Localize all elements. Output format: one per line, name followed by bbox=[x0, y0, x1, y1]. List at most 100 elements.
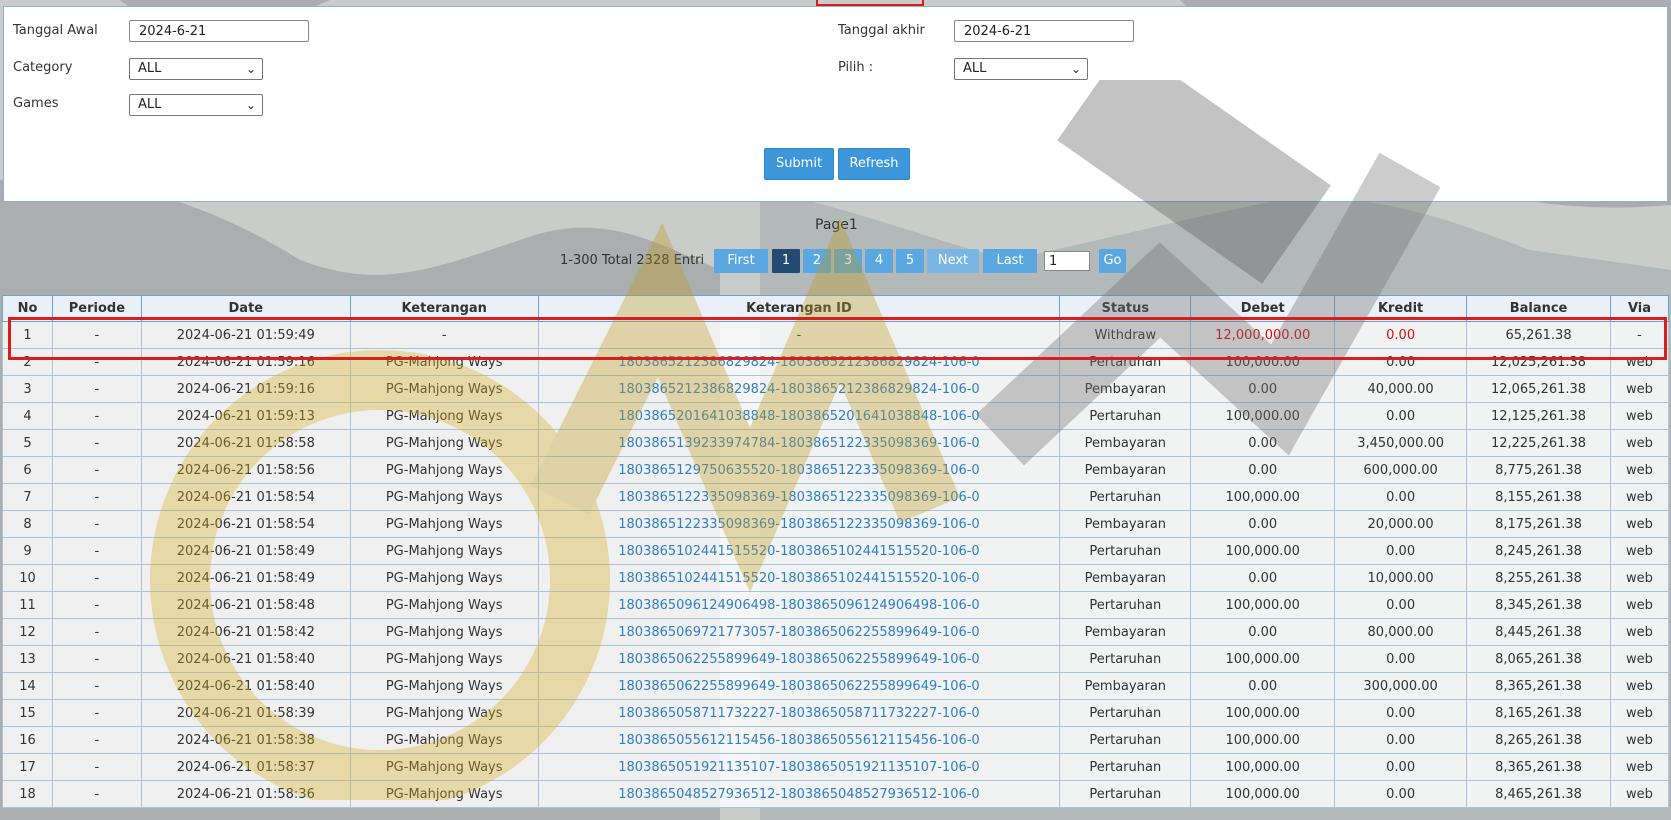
table-cell: PG-Mahjong Ways bbox=[349, 537, 539, 565]
pilih-select[interactable]: ALL ⌄ bbox=[954, 58, 1088, 80]
table-cell: 12 bbox=[2, 618, 53, 646]
table-row: 16-2024-06-21 01:58:38 PG-Mahjong Ways 180… bbox=[2, 726, 1670, 754]
submit-button[interactable]: Submit bbox=[764, 148, 834, 180]
table-cell: 8,245,261.38 bbox=[1466, 537, 1611, 565]
table-cell: Pertaruhan bbox=[1059, 780, 1192, 808]
table-row: 8-2024-06-21 01:58:54 PG-Mahjong Ways 1803… bbox=[2, 510, 1670, 538]
start-date-label: Tanggal Awal bbox=[13, 23, 98, 38]
table-cell: 13 bbox=[2, 645, 53, 673]
table-cell: 10 bbox=[2, 564, 53, 592]
last-page-button[interactable]: Last bbox=[983, 249, 1037, 273]
table-body: 1-2024-06-21 01:59:49- - Withdraw 12,000,00… bbox=[2, 321, 1670, 808]
page-number-input[interactable]: 1 bbox=[1044, 251, 1090, 271]
table-cell[interactable]: 1803865102441515520-1803865102441515520-… bbox=[537, 537, 1061, 565]
table-cell: 15 bbox=[2, 699, 53, 727]
filter-panel: Tanggal Awal 2024-6-21 Tanggal akhir 202… bbox=[3, 6, 1668, 202]
table-cell: 100,000.00 bbox=[1190, 753, 1336, 781]
table-cell: 0.00 bbox=[1334, 537, 1468, 565]
page-button-2[interactable]: 2 bbox=[803, 249, 831, 273]
table-cell[interactable]: 1803865122335098369-1803865122335098369-… bbox=[537, 510, 1061, 538]
page-title: Page1 bbox=[815, 217, 858, 233]
refresh-button[interactable]: Refresh bbox=[838, 148, 910, 180]
table-cell: Pembayaran bbox=[1059, 618, 1192, 646]
table-cell: 100,000.00 bbox=[1190, 483, 1336, 511]
entry-count: 1-300 Total 2328 Entri bbox=[560, 253, 705, 268]
games-select[interactable]: ALL ⌄ bbox=[129, 94, 263, 116]
page-button-5[interactable]: 5 bbox=[896, 249, 924, 273]
page-button-4[interactable]: 4 bbox=[865, 249, 893, 273]
table-cell: 20,000.00 bbox=[1334, 510, 1468, 538]
table-cell: 0.00 bbox=[1190, 429, 1336, 457]
table-cell: PG-Mahjong Ways bbox=[349, 564, 539, 592]
table-cell: 17 bbox=[2, 753, 53, 781]
table-cell[interactable]: 1803865129750635520-1803865122335098369-… bbox=[537, 456, 1061, 484]
table-row: 9-2024-06-21 01:58:49 PG-Mahjong Ways 1803… bbox=[2, 537, 1670, 565]
table-cell: 12,125,261.38 bbox=[1466, 402, 1611, 430]
table-cell: 8,465,261.38 bbox=[1466, 780, 1611, 808]
table-cell: 8,365,261.38 bbox=[1466, 753, 1611, 781]
table-cell: 2024-06-21 01:58:36 bbox=[140, 780, 351, 808]
table-cell: 3,450,000.00 bbox=[1334, 429, 1468, 457]
table-cell[interactable]: 1803865139233974784-1803865122335098369-… bbox=[537, 429, 1061, 457]
table-cell[interactable]: 1803865051921135107-1803865051921135107-… bbox=[537, 753, 1061, 781]
table-cell: - bbox=[51, 753, 142, 781]
table-cell: PG-Mahjong Ways bbox=[349, 483, 539, 511]
table-cell: 2024-06-21 01:58:40 bbox=[140, 645, 351, 673]
table-cell: PG-Mahjong Ways bbox=[349, 780, 539, 808]
table-cell: 8,775,261.38 bbox=[1466, 456, 1611, 484]
table-cell[interactable]: 1803865062255899649-1803865062255899649-… bbox=[537, 672, 1061, 700]
table-cell: Pertaruhan bbox=[1059, 483, 1192, 511]
end-date-input[interactable]: 2024-6-21 bbox=[954, 20, 1134, 42]
table-cell: 0.00 bbox=[1190, 456, 1336, 484]
table-cell[interactable]: 1803865122335098369-1803865122335098369-… bbox=[537, 483, 1061, 511]
table-cell[interactable]: 1803865062255899649-1803865062255899649-… bbox=[537, 645, 1061, 673]
table-cell[interactable]: 1803865048527936512-1803865048527936512-… bbox=[537, 780, 1061, 808]
table-cell: 0.00 bbox=[1334, 483, 1468, 511]
table-cell: - bbox=[51, 537, 142, 565]
next-page-button[interactable]: Next bbox=[927, 249, 979, 273]
pilih-label: Pilih : bbox=[838, 60, 874, 75]
first-page-button[interactable]: First bbox=[714, 249, 768, 273]
table-cell[interactable]: 1803865055612115456-1803865055612115456-… bbox=[537, 726, 1061, 754]
table-cell: 5 bbox=[2, 429, 53, 457]
table-cell[interactable]: 1803865212386829824-1803865212386829824-… bbox=[537, 375, 1061, 403]
start-date-input[interactable]: 2024-6-21 bbox=[129, 20, 309, 42]
table-cell: 100,000.00 bbox=[1190, 780, 1336, 808]
table-cell: 2024-06-21 01:58:58 bbox=[140, 429, 351, 457]
table-cell[interactable]: 1803865096124906498-1803865096124906498-… bbox=[537, 591, 1061, 619]
table-cell: 8,175,261.38 bbox=[1466, 510, 1611, 538]
table-cell: 0.00 bbox=[1334, 726, 1468, 754]
table-cell: Pembayaran bbox=[1059, 456, 1192, 484]
table-cell: web bbox=[1609, 699, 1670, 727]
table-cell: 0.00 bbox=[1334, 645, 1468, 673]
table-cell[interactable]: 1803865102441515520-1803865102441515520-… bbox=[537, 564, 1061, 592]
table-cell: PG-Mahjong Ways bbox=[349, 726, 539, 754]
category-select[interactable]: ALL ⌄ bbox=[129, 58, 263, 80]
table-cell: web bbox=[1609, 780, 1670, 808]
table-cell: - bbox=[51, 564, 142, 592]
pilih-select-value: ALL bbox=[963, 61, 987, 76]
page-button-1[interactable]: 1 bbox=[772, 249, 800, 273]
table-cell: 2024-06-21 01:59:13 bbox=[140, 402, 351, 430]
table-row: 13-2024-06-21 01:58:40 PG-Mahjong Ways 180… bbox=[2, 645, 1670, 673]
table-cell[interactable]: 1803865058711732227-1803865058711732227-… bbox=[537, 699, 1061, 727]
table-cell: 12,225,261.38 bbox=[1466, 429, 1611, 457]
table-cell: 12,065,261.38 bbox=[1466, 375, 1611, 403]
table-cell: 2024-06-21 01:58:40 bbox=[140, 672, 351, 700]
table-cell: 8,445,261.38 bbox=[1466, 618, 1611, 646]
table-cell: 2024-06-21 01:58:37 bbox=[140, 753, 351, 781]
table-cell[interactable]: 1803865069721773057-1803865062255899649-… bbox=[537, 618, 1061, 646]
table-cell: web bbox=[1609, 753, 1670, 781]
table-cell: Pertaruhan bbox=[1059, 591, 1192, 619]
table-cell: 0.00 bbox=[1334, 402, 1468, 430]
page-button-3[interactable]: 3 bbox=[834, 249, 862, 273]
table-cell: 11 bbox=[2, 591, 53, 619]
table-row: 4-2024-06-21 01:59:13 PG-Mahjong Ways 1803… bbox=[2, 402, 1670, 430]
table-cell: 14 bbox=[2, 672, 53, 700]
table-row: 17-2024-06-21 01:58:37 PG-Mahjong Ways 180… bbox=[2, 753, 1670, 781]
go-button[interactable]: Go bbox=[1099, 249, 1126, 273]
table-cell: 0.00 bbox=[1334, 591, 1468, 619]
table-cell[interactable]: 1803865201641038848-1803865201641038848-… bbox=[537, 402, 1061, 430]
table-cell: 8,165,261.38 bbox=[1466, 699, 1611, 727]
table-cell: - bbox=[51, 510, 142, 538]
